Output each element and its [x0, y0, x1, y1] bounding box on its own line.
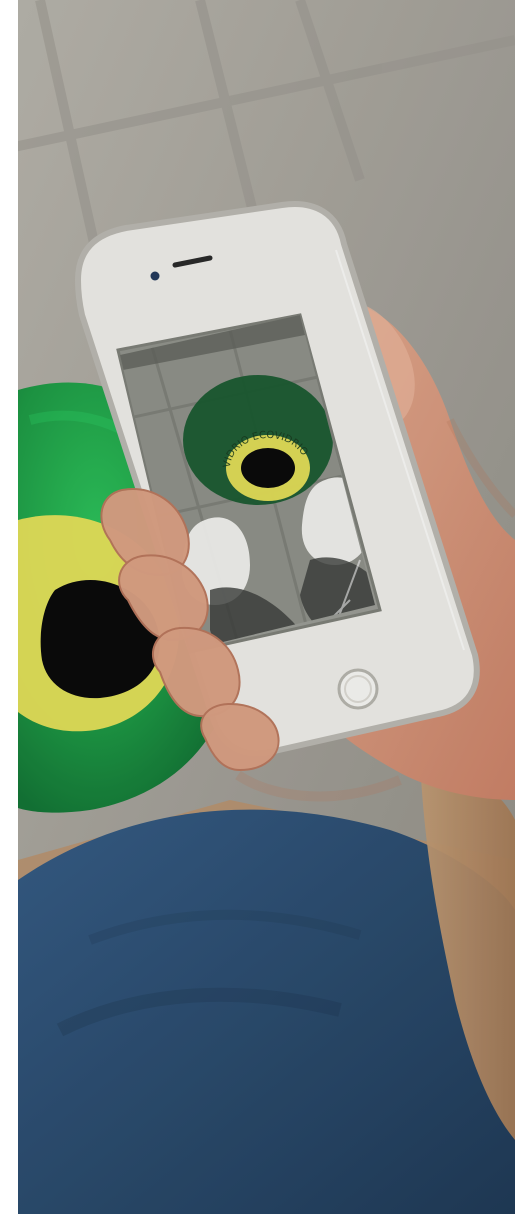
photo-scene: VIDRIO ECOVIDRIO [0, 0, 515, 1214]
photo-page: VIDRIO ECOVIDRIO [0, 0, 515, 1214]
left-border [0, 0, 18, 1214]
vignette [18, 0, 515, 1214]
